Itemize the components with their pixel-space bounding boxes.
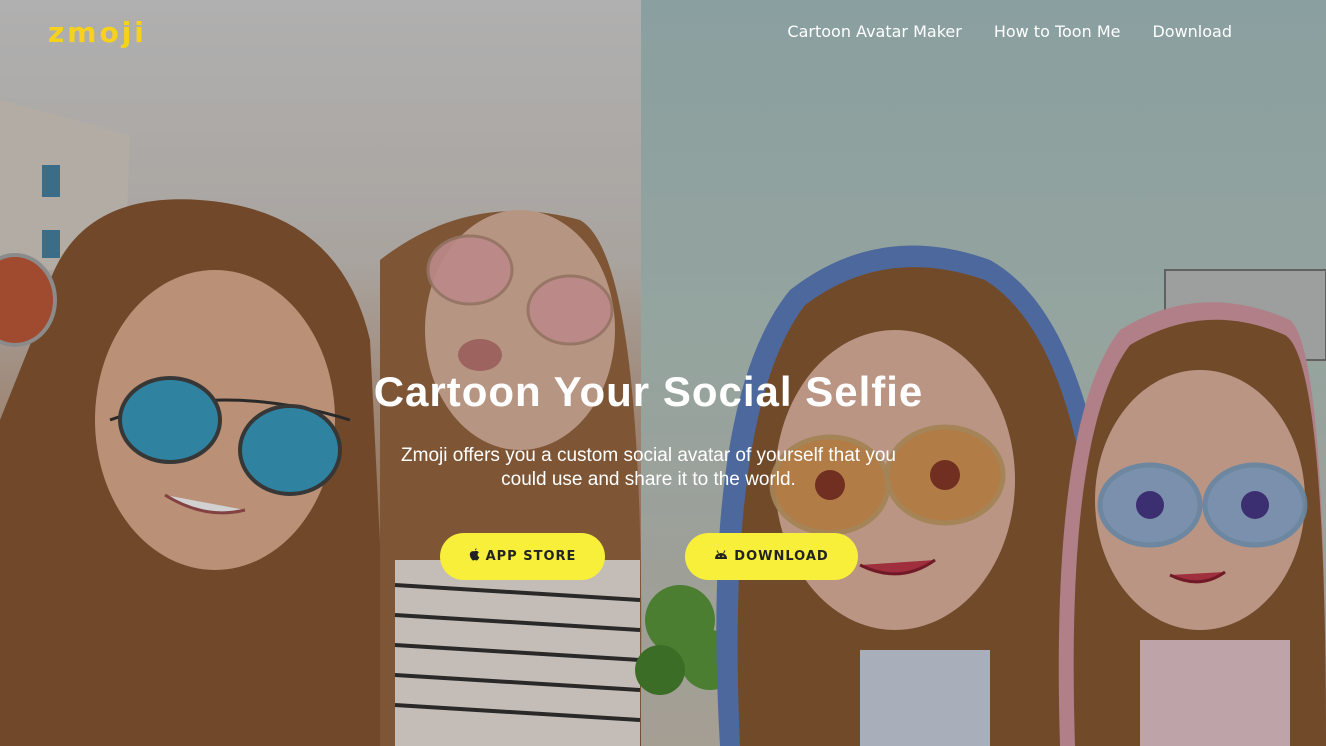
hero-title: Cartoon Your Social Selfie [373,368,924,415]
download-label: DOWNLOAD [734,549,829,564]
nav-how-to-toon-me[interactable]: How to Toon Me [994,22,1121,41]
app-store-button[interactable]: APP STORE [440,533,605,580]
app-store-label: APP STORE [485,549,577,564]
top-nav: Cartoon Avatar Maker How to Toon Me Down… [787,22,1232,41]
logo[interactable]: zmoji [48,16,147,49]
download-button[interactable]: DOWNLOAD [685,533,858,580]
hero: Cartoon Your Social Selfie Zmoji offers … [0,368,1297,492]
hero-subtitle: Zmoji offers you a custom social avatar … [401,445,896,490]
apple-icon [469,548,480,565]
nav-cartoon-avatar-maker[interactable]: Cartoon Avatar Maker [787,22,961,41]
android-icon [714,549,728,564]
nav-download[interactable]: Download [1152,22,1232,41]
